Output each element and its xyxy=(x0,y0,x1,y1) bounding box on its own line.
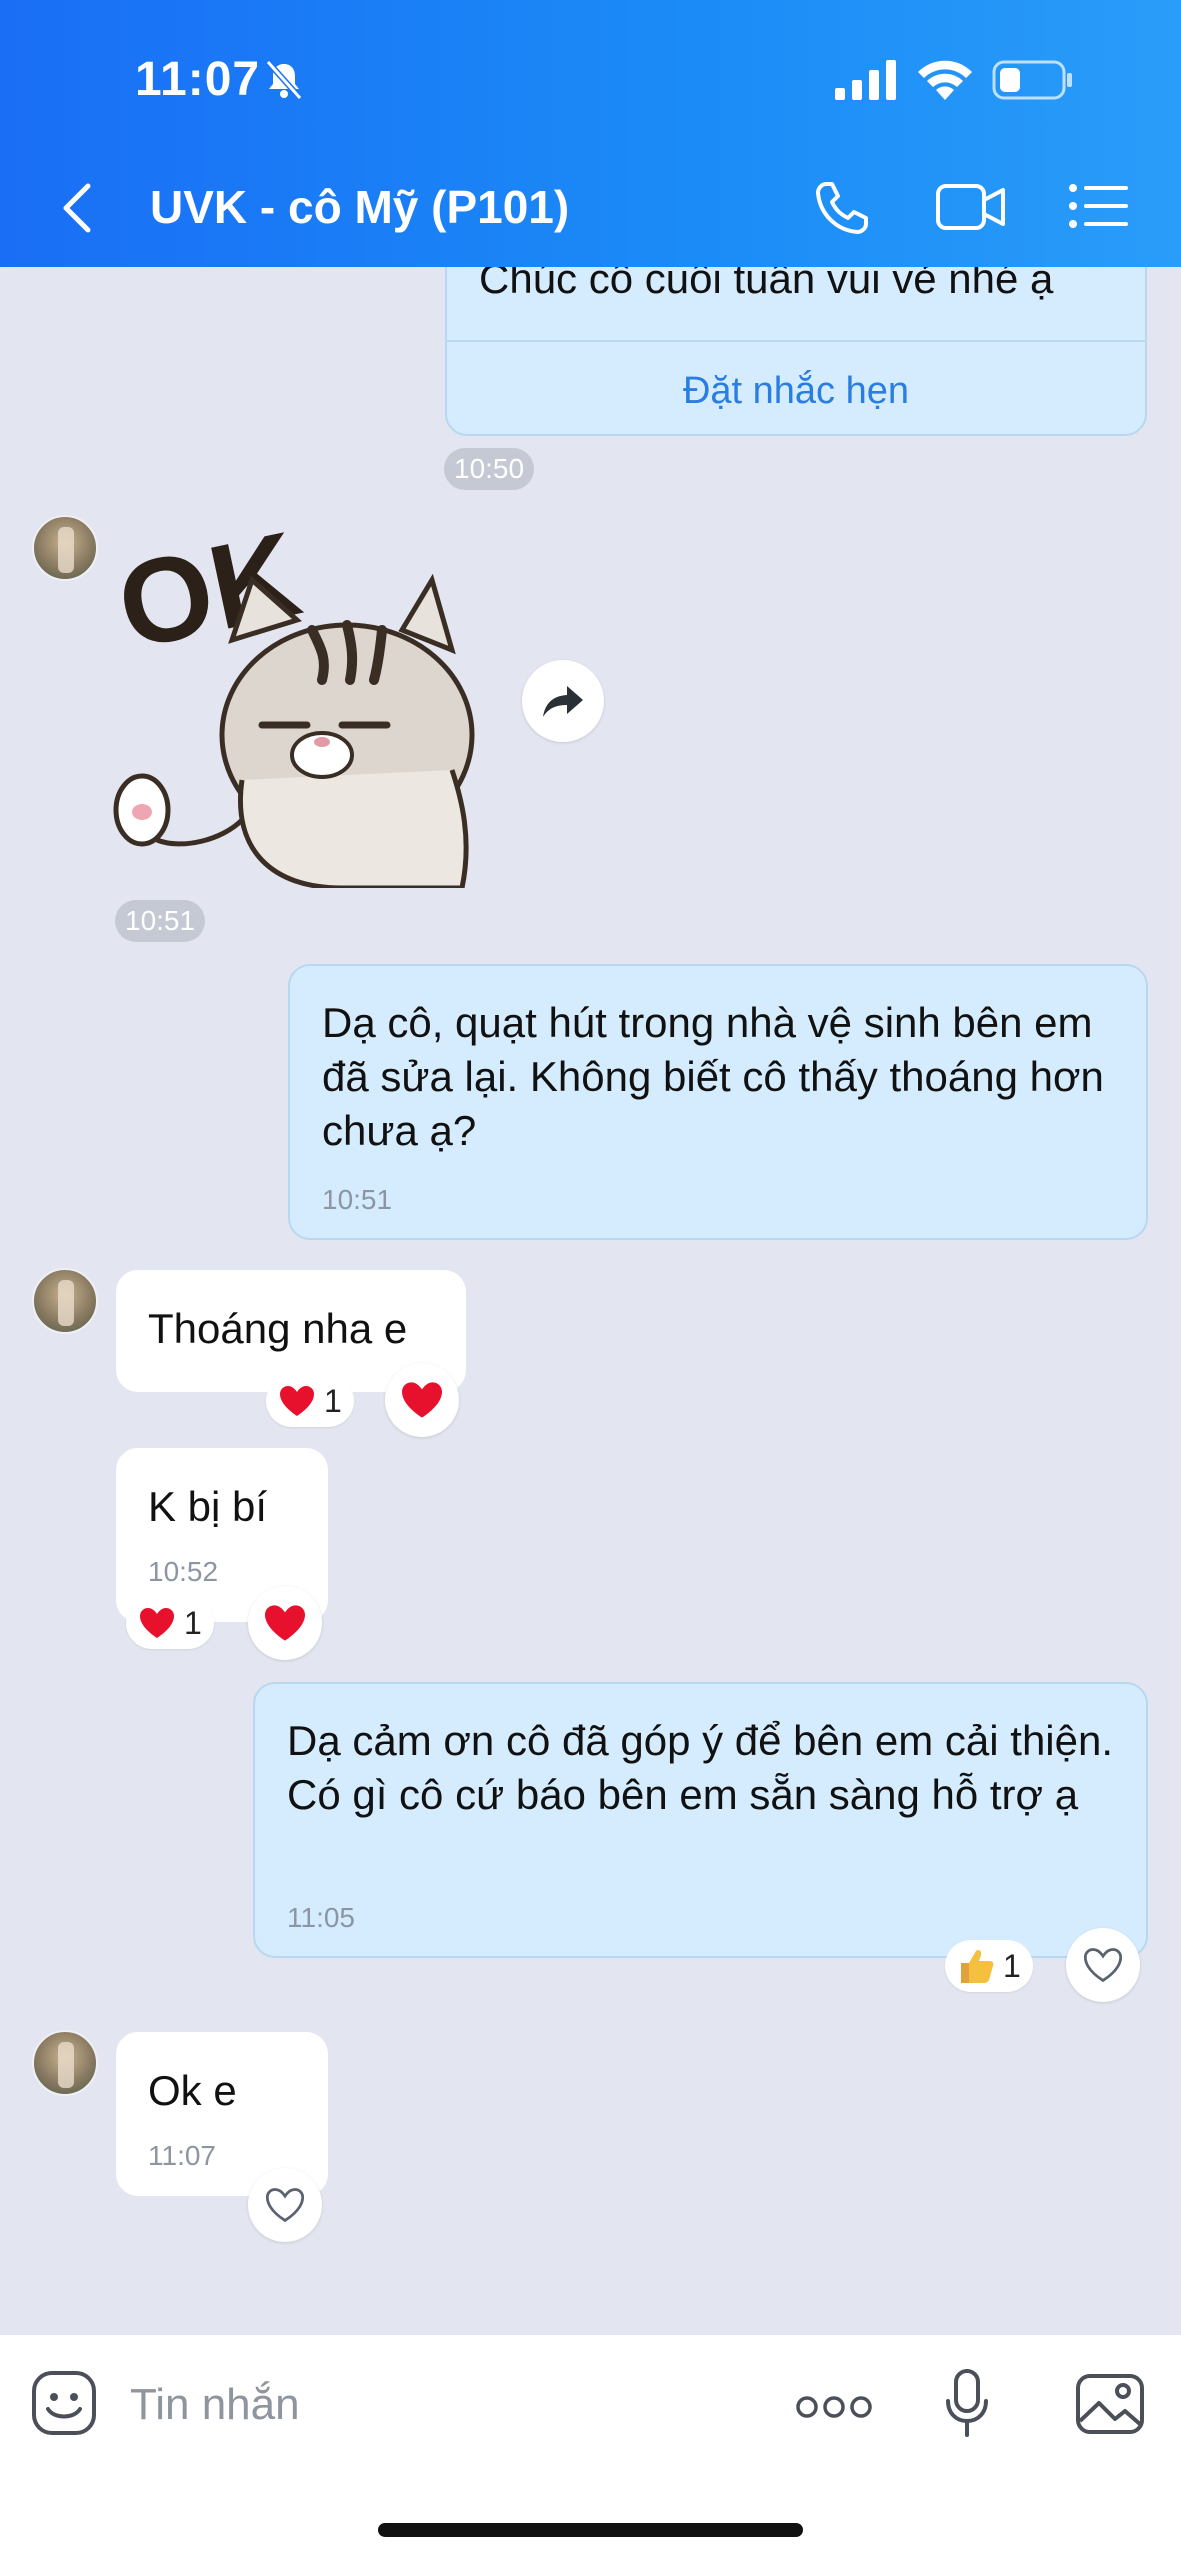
heart-icon xyxy=(140,1608,174,1638)
react-button[interactable] xyxy=(248,2168,322,2242)
heart-icon xyxy=(402,1382,442,1418)
message-time: 10:50 xyxy=(444,448,535,490)
heart-icon xyxy=(280,1386,314,1416)
share-icon xyxy=(543,686,583,717)
reaction-summary[interactable]: 1 xyxy=(266,1375,354,1427)
heart-outline-icon xyxy=(1083,1948,1123,1983)
reaction-count: 1 xyxy=(184,1604,202,1641)
message-text: Dạ cô, quạt hút trong nhà vệ sinh bên em… xyxy=(322,999,1104,1154)
reaction-count: 1 xyxy=(1003,1947,1021,1984)
wifi-icon xyxy=(918,60,972,100)
emoji-icon[interactable] xyxy=(30,2369,98,2437)
message-divider xyxy=(447,340,1145,342)
message-time: 10:52 xyxy=(148,1556,219,1587)
video-icon[interactable] xyxy=(935,180,1007,234)
reaction-summary[interactable]: 1 xyxy=(945,1940,1033,1992)
phone-icon[interactable] xyxy=(812,178,872,238)
message-time: 11:05 xyxy=(287,1902,355,1933)
message-text: Dạ cảm ơn cô đã góp ý để bên em cải thiệ… xyxy=(287,1717,1114,1818)
message-text: K bị bí xyxy=(148,1483,268,1530)
avatar[interactable] xyxy=(32,515,98,581)
mic-icon[interactable] xyxy=(945,2369,989,2439)
message-text: Ok e xyxy=(148,2067,237,2114)
message-input[interactable]: Tin nhắn xyxy=(130,2380,300,2430)
more-icon[interactable] xyxy=(796,2395,872,2419)
message-time: 10:51 xyxy=(322,1184,393,1215)
signal-icon xyxy=(835,60,896,100)
menu-icon[interactable] xyxy=(1068,183,1130,229)
set-reminder-link[interactable]: Đặt nhắc hẹn xyxy=(447,370,1145,413)
battery-icon xyxy=(992,60,1072,100)
message-time: 10:51 xyxy=(115,900,206,942)
reaction-count: 1 xyxy=(324,1382,342,1419)
thumbs-up-icon xyxy=(961,1950,994,1983)
react-button[interactable] xyxy=(1066,1928,1140,2002)
heart-outline-icon xyxy=(265,2188,305,2223)
back-icon[interactable] xyxy=(58,180,98,236)
image-icon[interactable] xyxy=(1075,2373,1145,2435)
avatar[interactable] xyxy=(32,1268,98,1334)
reaction-summary[interactable]: 1 xyxy=(126,1597,214,1649)
bell-slash-icon xyxy=(265,60,303,100)
message-time: 11:07 xyxy=(148,2140,216,2171)
chat-header: 11:07 UVK - cô Mỹ (P101) xyxy=(0,0,1181,267)
share-button[interactable] xyxy=(522,660,604,742)
heart-icon xyxy=(265,1605,305,1641)
home-indicator xyxy=(378,2523,803,2537)
react-button[interactable] xyxy=(385,1363,459,1437)
chat-title[interactable]: UVK - cô Mỹ (P101) xyxy=(150,180,569,234)
message-text: Thoáng nha e xyxy=(148,1305,408,1352)
outgoing-message[interactable]: Dạ cô, quạt hút trong nhà vệ sinh bên em… xyxy=(288,964,1148,1240)
outgoing-message[interactable]: Dạ cảm ơn cô đã góp ý để bên em cải thiệ… xyxy=(253,1682,1148,1958)
status-time: 11:07 xyxy=(135,53,261,106)
ok-cat-sticker[interactable]: OK xyxy=(107,506,492,891)
avatar[interactable] xyxy=(32,2030,98,2096)
react-button[interactable] xyxy=(248,1586,322,1660)
